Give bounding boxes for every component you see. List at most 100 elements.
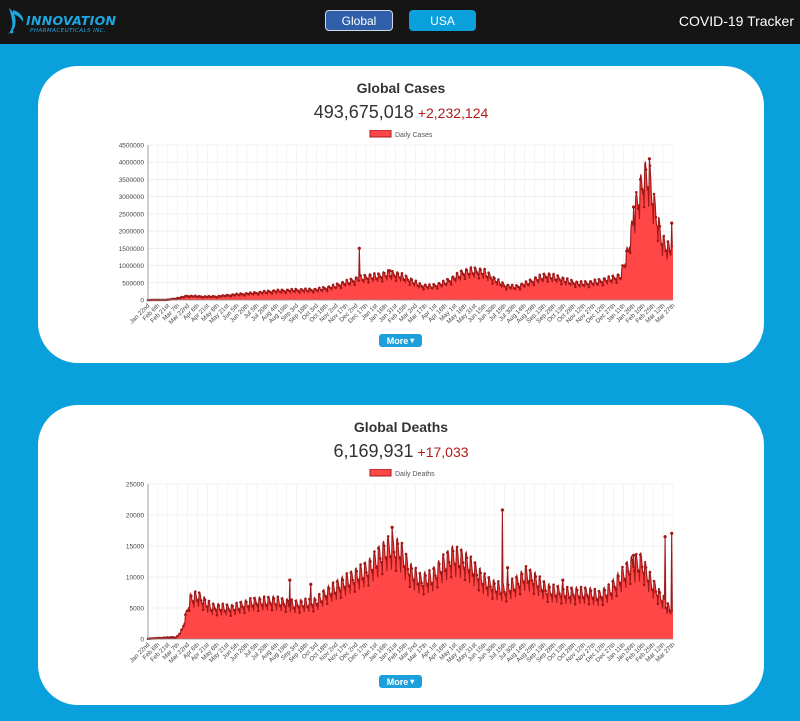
- data-point: [260, 291, 264, 295]
- global-tab-button[interactable]: Global: [325, 10, 393, 31]
- data-point: [660, 600, 664, 603]
- data-point: [603, 588, 607, 592]
- company-logo[interactable]: INNOVATION PHARMACEUTICALS INC.: [6, 6, 116, 36]
- data-point: [426, 286, 429, 289]
- data-point: [361, 577, 364, 581]
- data-point: [552, 272, 555, 276]
- data-point: [349, 277, 353, 281]
- data-point: [361, 279, 364, 282]
- data-point: [597, 590, 601, 593]
- data-point: [493, 277, 496, 280]
- data-point: [481, 582, 485, 586]
- data-point: [225, 603, 229, 607]
- data-point: [223, 610, 227, 613]
- data-point: [194, 590, 197, 593]
- data-point: [654, 590, 658, 593]
- data-point: [400, 541, 404, 545]
- data-point: [392, 274, 396, 277]
- data-point: [670, 221, 674, 225]
- usa-tab-button[interactable]: USA: [409, 10, 476, 31]
- data-point: [316, 289, 319, 292]
- data-point: [526, 283, 530, 286]
- data-point: [534, 276, 538, 280]
- y-tick-label: 3000000: [119, 194, 145, 201]
- data-point: [375, 277, 378, 281]
- data-point: [506, 566, 510, 570]
- data-point: [503, 284, 506, 288]
- data-point: [292, 289, 295, 293]
- data-point: [365, 276, 368, 280]
- data-point: [347, 282, 351, 285]
- data-point: [353, 283, 356, 286]
- data-point: [509, 589, 512, 593]
- data-point: [325, 289, 329, 293]
- data-point: [538, 575, 542, 578]
- data-point: [465, 268, 469, 272]
- data-point: [654, 216, 658, 219]
- data-point: [501, 281, 504, 284]
- data-point: [276, 595, 280, 599]
- data-point: [436, 586, 439, 589]
- data-point: [601, 283, 605, 287]
- y-tick-label: 0: [140, 637, 144, 644]
- data-point: [363, 273, 366, 277]
- deaths-counts: 6,169,931 +17,033: [38, 441, 764, 462]
- cases-more-button[interactable]: More ▾: [379, 334, 422, 347]
- data-point: [434, 284, 437, 288]
- data-point: [459, 269, 463, 273]
- data-point: [278, 290, 282, 294]
- data-point: [406, 278, 410, 282]
- data-point: [331, 283, 335, 287]
- data-point: [534, 575, 538, 578]
- data-point: [442, 553, 445, 556]
- data-point: [524, 280, 528, 283]
- data-point: [418, 282, 422, 285]
- data-point: [428, 283, 431, 286]
- data-point: [599, 595, 603, 599]
- data-point: [357, 246, 361, 250]
- data-point: [357, 279, 360, 282]
- data-point: [593, 587, 597, 591]
- data-point: [562, 588, 565, 591]
- data-point: [288, 289, 292, 293]
- data-point: [518, 592, 522, 596]
- data-point: [280, 597, 284, 600]
- data-point: [304, 287, 307, 290]
- data-point: [390, 269, 394, 273]
- data-point: [367, 584, 370, 587]
- data-point: [373, 550, 376, 553]
- data-point: [633, 569, 636, 572]
- data-point: [621, 565, 624, 569]
- data-point: [467, 569, 471, 572]
- data-point: [465, 556, 469, 560]
- data-point: [432, 567, 435, 570]
- data-point: [455, 545, 459, 549]
- data-point: [603, 277, 607, 281]
- global-deaths-card: Global Deaths 6,169,931 +17,033 Daily Dea…: [38, 405, 764, 705]
- cases-delta: +2,232,124: [417, 105, 489, 121]
- data-point: [532, 283, 536, 287]
- data-point: [617, 574, 620, 578]
- deaths-total: 6,169,931: [333, 441, 414, 461]
- data-point: [383, 544, 386, 548]
- data-point: [564, 280, 567, 284]
- data-point: [589, 280, 593, 283]
- data-point: [337, 586, 341, 590]
- data-point: [615, 281, 618, 284]
- data-point: [446, 278, 449, 281]
- data-point: [192, 600, 195, 603]
- data-point: [282, 289, 286, 293]
- data-point: [199, 599, 203, 602]
- data-point: [416, 284, 420, 287]
- data-point: [387, 269, 392, 273]
- data-point: [664, 606, 668, 609]
- data-point: [335, 580, 339, 583]
- data-point: [353, 590, 356, 593]
- deaths-more-button[interactable]: More ▾: [379, 675, 422, 688]
- data-point: [444, 569, 447, 572]
- data-point: [430, 286, 433, 290]
- data-point: [491, 597, 494, 600]
- data-point: [420, 581, 424, 585]
- data-point: [579, 585, 583, 589]
- data-point: [243, 611, 246, 615]
